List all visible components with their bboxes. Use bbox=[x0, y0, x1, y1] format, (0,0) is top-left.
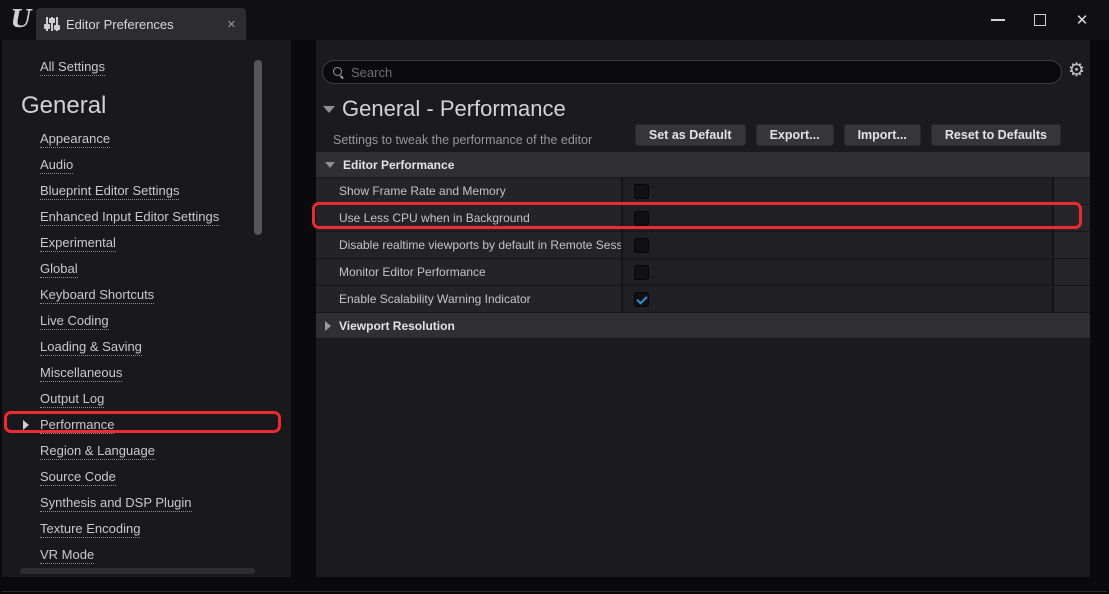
page-subtitle: Settings to tweak the performance of the… bbox=[333, 133, 592, 147]
setting-row-enable-scalability-warning: Enable Scalability Warning Indicator bbox=[316, 286, 1090, 313]
sidebar-item-miscellaneous[interactable]: Miscellaneous bbox=[2, 360, 265, 386]
section-collapsed-icon bbox=[325, 321, 331, 331]
sidebar-item-source-code[interactable]: Source Code bbox=[2, 464, 265, 490]
sidebar-item-enhanced-input-editor-settings[interactable]: Enhanced Input Editor Settings bbox=[2, 204, 265, 230]
tab-label: Editor Preferences bbox=[66, 17, 174, 32]
sidebar-item-blueprint-editor-settings[interactable]: Blueprint Editor Settings bbox=[2, 178, 265, 204]
set-as-default-button[interactable]: Set as Default bbox=[635, 124, 746, 146]
window-controls bbox=[977, 0, 1103, 40]
sidebar-item-loading-saving[interactable]: Loading & Saving bbox=[2, 334, 265, 360]
sidebar-item-synthesis-dsp-plugin[interactable]: Synthesis and DSP Plugin bbox=[2, 490, 265, 516]
maximize-icon bbox=[1034, 14, 1046, 26]
import-button[interactable]: Import... bbox=[844, 124, 921, 146]
page-header: General - Performance bbox=[323, 96, 566, 122]
sidebar-item-output-log[interactable]: Output Log bbox=[2, 386, 265, 412]
sidebar-item-appearance[interactable]: Appearance bbox=[2, 126, 265, 152]
sidebar-horizontal-scrollbar[interactable] bbox=[20, 568, 255, 574]
search-bar[interactable] bbox=[322, 60, 1062, 84]
unreal-logo-icon: U bbox=[7, 5, 35, 33]
search-input[interactable] bbox=[351, 65, 1051, 80]
setting-row-monitor-editor-performance: Monitor Editor Performance bbox=[316, 259, 1090, 286]
settings-main-panel: ⚙ General - Performance Settings to twea… bbox=[316, 40, 1090, 577]
title-bar: U Editor Preferences bbox=[0, 0, 1109, 40]
sidebar-vertical-scrollbar[interactable] bbox=[254, 60, 262, 235]
sidebar-item-performance[interactable]: Performance bbox=[2, 412, 265, 438]
tab-close-icon[interactable] bbox=[227, 18, 236, 31]
setting-row-show-frame-rate: Show Frame Rate and Memory bbox=[316, 178, 1090, 205]
checkbox-disable-realtime-viewports[interactable] bbox=[634, 238, 649, 253]
close-button[interactable] bbox=[1061, 0, 1103, 40]
minimize-button[interactable] bbox=[977, 0, 1019, 40]
setting-row-use-less-cpu: Use Less CPU when in Background bbox=[316, 205, 1090, 232]
tab-editor-preferences[interactable]: Editor Preferences bbox=[36, 8, 246, 40]
checkbox-enable-scalability-warning[interactable] bbox=[634, 292, 649, 307]
sidebar-item-global[interactable]: Global bbox=[2, 256, 265, 282]
settings-sidebar: All Settings General Appearance Audio Bl… bbox=[2, 40, 291, 577]
minimize-icon bbox=[991, 19, 1005, 21]
section-header-viewport-resolution[interactable]: Viewport Resolution bbox=[316, 313, 1090, 339]
sliders-icon bbox=[46, 17, 58, 31]
sidebar-item-experimental[interactable]: Experimental bbox=[2, 230, 265, 256]
checkbox-monitor-editor-performance[interactable] bbox=[634, 265, 649, 280]
search-icon bbox=[333, 67, 344, 78]
settings-table: Editor Performance Show Frame Rate and M… bbox=[316, 152, 1090, 339]
sidebar-item-vr-mode[interactable]: VR Mode bbox=[2, 542, 265, 568]
page-title: General - Performance bbox=[342, 96, 566, 122]
sidebar-item-all-settings[interactable]: All Settings bbox=[40, 59, 105, 76]
close-icon bbox=[1076, 11, 1089, 29]
settings-gear-icon[interactable]: ⚙ bbox=[1068, 58, 1085, 84]
setting-row-disable-realtime-viewports: Disable realtime viewports by default in… bbox=[316, 232, 1090, 259]
sidebar-item-keyboard-shortcuts[interactable]: Keyboard Shortcuts bbox=[2, 282, 265, 308]
sidebar-item-region-language[interactable]: Region & Language bbox=[2, 438, 265, 464]
checkbox-use-less-cpu[interactable] bbox=[634, 211, 649, 226]
page-collapse-icon[interactable] bbox=[323, 106, 335, 113]
checkbox-show-frame-rate[interactable] bbox=[634, 184, 649, 199]
window-bottom-border bbox=[2, 591, 1107, 592]
toolbar: Set as Default Export... Import... Reset… bbox=[635, 124, 1061, 146]
reset-to-defaults-button[interactable]: Reset to Defaults bbox=[931, 124, 1061, 146]
sidebar-item-texture-encoding[interactable]: Texture Encoding bbox=[2, 516, 265, 542]
maximize-button[interactable] bbox=[1019, 0, 1061, 40]
export-button[interactable]: Export... bbox=[756, 124, 834, 146]
sidebar-item-audio[interactable]: Audio bbox=[2, 152, 265, 178]
sidebar-item-list: Appearance Audio Blueprint Editor Settin… bbox=[2, 126, 265, 568]
editor-preferences-window: U Editor Preferences All Settings Genera… bbox=[0, 0, 1109, 594]
sidebar-category-general: General bbox=[21, 92, 106, 120]
section-expanded-icon bbox=[325, 162, 335, 168]
sidebar-item-live-coding[interactable]: Live Coding bbox=[2, 308, 265, 334]
section-header-editor-performance[interactable]: Editor Performance bbox=[316, 152, 1090, 178]
selected-item-arrow-icon bbox=[23, 420, 29, 430]
